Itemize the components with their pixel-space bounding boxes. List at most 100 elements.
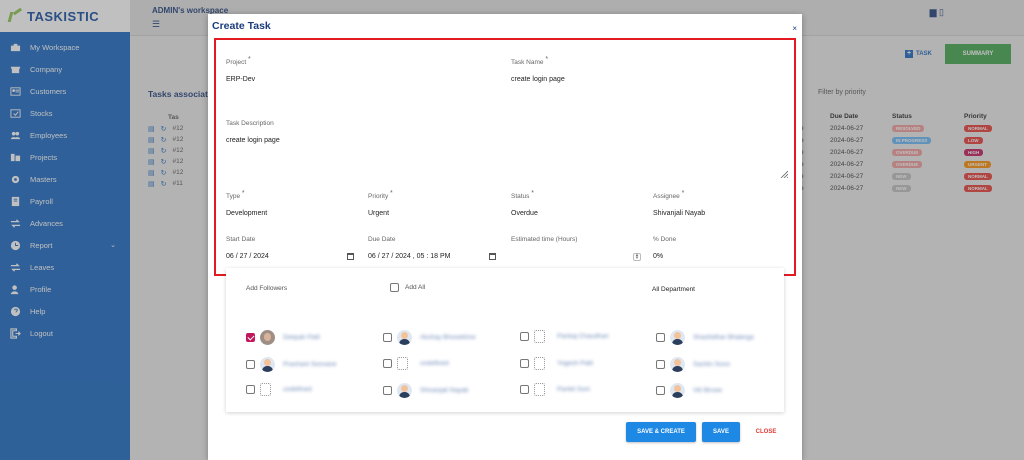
- task-name-label: Task Name: [511, 59, 544, 67]
- close-button[interactable]: CLOSE: [748, 422, 784, 442]
- followers-panel: Add Followers Add All All Department Dee…: [226, 268, 784, 412]
- follower-checkbox[interactable]: [246, 333, 255, 342]
- follower-name: undefined: [283, 386, 312, 393]
- start-date-field[interactable]: Start Date 06 / 27 / 2024: [226, 236, 354, 260]
- follower-checkbox[interactable]: [520, 332, 529, 341]
- follower-checkbox[interactable]: [246, 360, 255, 369]
- due-date-value: 06 / 27 / 2024 , 05 : 18 PM: [368, 253, 451, 260]
- follower-name: Deepak Patil: [283, 334, 320, 341]
- follower-item[interactable]: Pankit Soni: [520, 383, 590, 396]
- calendar-icon[interactable]: [347, 253, 354, 260]
- calendar-icon[interactable]: [489, 253, 496, 260]
- follower-item[interactable]: Sachin Sono: [656, 357, 730, 372]
- follower-name: Shivanjali Nayab: [420, 387, 469, 394]
- assignee-field[interactable]: Assignee * Shivanjali Nayab: [653, 190, 783, 217]
- percent-done-label: % Done: [653, 236, 677, 243]
- due-date-label: Due Date: [368, 236, 396, 243]
- follower-name: Yogesh Patil: [557, 360, 593, 367]
- required-mark: *: [248, 56, 251, 63]
- avatar: [397, 383, 412, 398]
- task-name-value: create login page: [511, 76, 565, 84]
- percent-done-field[interactable]: % Done 0%: [653, 236, 783, 260]
- type-value: Development: [226, 210, 268, 218]
- project-field[interactable]: Project * ERP-Dev: [226, 56, 496, 83]
- follower-item[interactable]: Shashidhar Bhalerga: [656, 330, 754, 345]
- follower-name: Prashant Sonvane: [283, 361, 337, 368]
- follower-item[interactable]: Pankaj Chaudhari: [520, 330, 609, 343]
- start-date-label: Start Date: [226, 236, 256, 243]
- task-description-field[interactable]: Task Description create login page: [226, 120, 788, 178]
- task-description-value: create login page: [226, 137, 280, 144]
- assignee-value: Shivanjali Nayab: [653, 210, 706, 218]
- follower-item[interactable]: Deepak Patil: [246, 330, 320, 345]
- save-button[interactable]: SAVE: [702, 422, 740, 442]
- create-task-modal: Create Task × Project * ERP-Dev Task Nam…: [208, 14, 802, 460]
- task-form: Project * ERP-Dev Task Name * create log…: [214, 38, 796, 276]
- follower-name: undefined: [420, 360, 449, 367]
- follower-checkbox[interactable]: [656, 333, 665, 342]
- avatar: [260, 330, 275, 345]
- follower-checkbox[interactable]: [520, 385, 529, 394]
- task-name-field[interactable]: Task Name * create login page: [511, 56, 781, 83]
- avatar: [260, 383, 271, 396]
- follower-checkbox[interactable]: [383, 359, 392, 368]
- follower-item[interactable]: Viti Birsee: [656, 383, 722, 398]
- follower-item[interactable]: Akshay Bhosekhne: [383, 330, 476, 345]
- follower-name: Akshay Bhosekhne: [420, 334, 476, 341]
- priority-field[interactable]: Priority * Urgent: [368, 190, 498, 217]
- follower-name: Pankit Soni: [557, 386, 590, 393]
- follower-item[interactable]: undefined: [246, 383, 312, 396]
- required-mark: *: [681, 190, 685, 197]
- resize-handle-icon[interactable]: [780, 170, 788, 178]
- follower-checkbox[interactable]: [656, 360, 665, 369]
- follower-checkbox[interactable]: [656, 386, 665, 395]
- estimated-time-field[interactable]: Estimated time (Hours) ▴ ▾: [511, 236, 641, 261]
- follower-name: Shashidhar Bhalerga: [693, 334, 754, 341]
- avatar: [534, 357, 545, 370]
- avatar: [670, 383, 685, 398]
- priority-label: Priority: [368, 193, 389, 201]
- required-mark: *: [241, 190, 245, 197]
- start-date-value: 06 / 27 / 2024: [226, 253, 269, 260]
- status-label: Status: [511, 193, 530, 201]
- project-value: ERP-Dev: [226, 76, 256, 84]
- type-label: Type: [226, 193, 241, 201]
- avatar: [670, 330, 685, 345]
- follower-checkbox[interactable]: [520, 359, 529, 368]
- department-select[interactable]: All Department: [652, 286, 695, 293]
- due-date-field[interactable]: Due Date 06 / 27 / 2024 , 05 : 18 PM: [368, 236, 496, 260]
- follower-name: Viti Birsee: [693, 387, 723, 394]
- follower-checkbox[interactable]: [246, 385, 255, 394]
- required-mark: *: [390, 190, 393, 197]
- add-all-checkbox[interactable]: Add All: [390, 283, 425, 292]
- type-field[interactable]: Type * Development: [226, 190, 356, 217]
- follower-name: Pankaj Chaudhari: [557, 333, 609, 340]
- follower-item[interactable]: Prashant Sonvane: [246, 357, 336, 372]
- status-value: Overdue: [511, 210, 538, 218]
- modal-title: Create Task: [212, 20, 271, 32]
- number-spinner-icon[interactable]: ▴ ▾: [633, 253, 641, 261]
- avatar: [534, 383, 545, 396]
- follower-name: Sachin Sono: [693, 361, 730, 368]
- close-icon[interactable]: ×: [792, 24, 797, 33]
- status-field[interactable]: Status * Overdue: [511, 190, 641, 217]
- estimated-time-label: Estimated time (Hours): [511, 236, 578, 243]
- follower-item[interactable]: Yogesh Patil: [520, 357, 593, 370]
- task-description-label: Task Description: [226, 120, 274, 127]
- save-and-create-button[interactable]: SAVE & CREATE: [626, 422, 696, 442]
- avatar: [670, 357, 685, 372]
- checkbox[interactable]: [390, 283, 399, 292]
- add-followers-label: Add Followers: [246, 285, 288, 292]
- percent-done-value: 0%: [653, 253, 664, 260]
- project-label: Project: [226, 59, 247, 67]
- follower-checkbox[interactable]: [383, 333, 392, 342]
- required-mark: *: [531, 190, 534, 197]
- follower-item[interactable]: undefined: [383, 357, 449, 370]
- follower-item[interactable]: Shivanjali Nayab: [383, 383, 468, 398]
- assignee-label: Assignee: [653, 193, 680, 201]
- priority-value: Urgent: [368, 210, 390, 218]
- required-mark: *: [545, 56, 549, 63]
- avatar: [397, 357, 408, 370]
- avatar: [534, 330, 545, 343]
- follower-checkbox[interactable]: [383, 386, 392, 395]
